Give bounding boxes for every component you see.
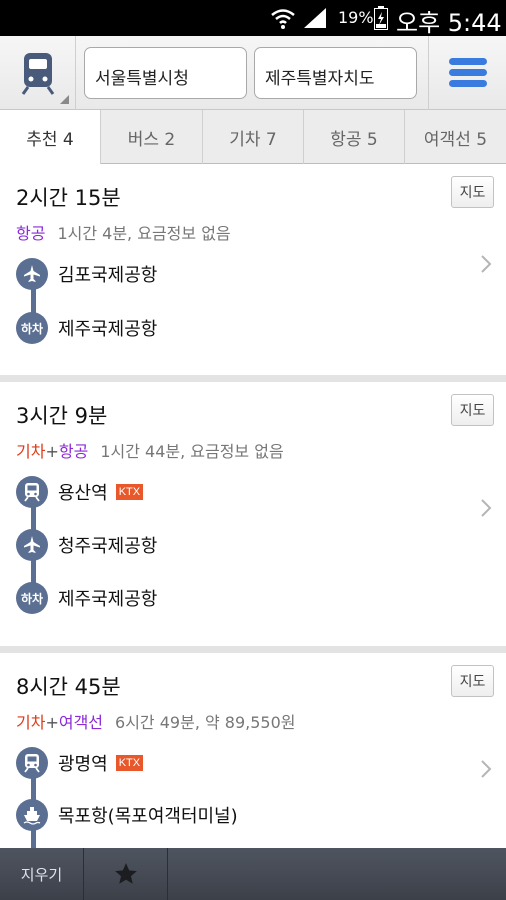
route-duration: 3시간 9분 — [16, 404, 108, 428]
stop-name: 김포국제공항 — [58, 265, 158, 286]
star-icon — [114, 863, 137, 884]
chevron-right-icon — [481, 255, 492, 273]
stop: 청주국제공항 — [16, 529, 157, 561]
search-header: 서울특별시청 제주특별자치도 — [0, 36, 506, 110]
clear-button[interactable]: 지우기 — [0, 848, 84, 900]
mode-label: 기차 — [16, 442, 46, 461]
stop: 김포국제공항 — [16, 258, 157, 290]
transport-mode-button[interactable] — [0, 36, 76, 110]
dropdown-corner-icon — [60, 95, 69, 104]
route-card[interactable]: 3시간 9분 지도 기차+항공 1시간 44분, 요금정보 없음 용산역 KTX … — [0, 382, 506, 646]
tab-flight[interactable]: 항공 5 — [304, 110, 405, 164]
route-detail: 1시간 4분, 요금정보 없음 — [57, 224, 231, 243]
train-icon — [16, 476, 48, 508]
route-card[interactable]: 2시간 15분 지도 항공 1시간 4분, 요금정보 없음 김포국제공항 하차 제… — [0, 164, 506, 375]
battery-percent: 19% — [338, 8, 374, 27]
battery-icon — [374, 6, 388, 30]
ktx-badge: KTX — [115, 484, 144, 500]
stop-name: 제주국제공항 — [58, 589, 158, 610]
origin-input[interactable]: 서울특별시청 — [84, 47, 247, 99]
alight-badge: 하차 — [16, 312, 48, 344]
route-duration: 8시간 45분 — [16, 675, 121, 699]
mode-label: 항공 — [16, 224, 46, 243]
stop: 목포항(목포여객터미널) — [16, 799, 238, 831]
stop: 용산역 KTX — [16, 476, 144, 508]
destination-input[interactable]: 제주특별자치도 — [254, 47, 417, 99]
chevron-right-icon — [481, 499, 492, 517]
bottom-toolbar: 지우기 — [0, 848, 506, 900]
signal-icon — [304, 8, 326, 28]
tab-train[interactable]: 기차 7 — [203, 110, 304, 164]
route-list: 2시간 15분 지도 항공 1시간 4분, 요금정보 없음 김포국제공항 하차 제… — [0, 164, 506, 848]
mode-label: 여객선 — [58, 713, 104, 732]
stop: 하차 제주국제공항 — [16, 312, 157, 344]
map-button[interactable]: 지도 — [451, 176, 494, 208]
map-button[interactable]: 지도 — [451, 665, 494, 697]
train-icon — [16, 747, 48, 779]
status-bar: 19% 오후 5:44 — [0, 0, 506, 37]
hamburger-menu-icon — [449, 58, 487, 87]
chevron-right-icon — [481, 760, 492, 778]
tab-ferry[interactable]: 여객선 5 — [405, 110, 506, 164]
mode-label: 항공 — [58, 442, 89, 461]
ktx-badge: KTX — [115, 755, 144, 771]
stop: 광명역 KTX — [16, 747, 144, 779]
tab-recommended[interactable]: 추천 4 — [0, 110, 101, 165]
route-detail: 1시간 44분, 요금정보 없음 — [100, 442, 284, 461]
ship-icon — [16, 799, 48, 831]
mode-label: 기차 — [16, 713, 46, 732]
route-card[interactable]: 8시간 45분 지도 기차+여객선 6시간 49분, 약 89,550원 광명역 … — [0, 653, 506, 848]
stop-name: 제주국제공항 — [58, 319, 158, 340]
airplane-icon — [16, 258, 48, 290]
stop-name: 목포항(목포여객터미널) — [58, 806, 238, 827]
airplane-icon — [16, 529, 48, 561]
stop-name: 청주국제공항 — [58, 536, 158, 557]
alight-badge: 하차 — [16, 582, 48, 614]
route-detail: 6시간 49분, 약 89,550원 — [115, 713, 296, 732]
stop-name: 용산역 — [58, 483, 108, 504]
wifi-icon — [271, 9, 295, 29]
menu-button[interactable] — [428, 36, 506, 110]
category-tabs: 추천 4 버스 2 기차 7 항공 5 여객선 5 — [0, 110, 506, 165]
route-duration: 2시간 15분 — [16, 186, 121, 210]
favorite-button[interactable] — [84, 848, 168, 900]
map-button[interactable]: 지도 — [451, 394, 494, 426]
route-summary: 항공 1시간 4분, 요금정보 없음 — [16, 220, 231, 244]
clock: 오후 5:44 — [396, 9, 502, 37]
route-summary: 기차+여객선 6시간 49분, 약 89,550원 — [16, 713, 296, 732]
route-summary: 기차+항공 1시간 44분, 요금정보 없음 — [16, 442, 284, 461]
stop: 하차 제주국제공항 — [16, 582, 157, 614]
tab-bus[interactable]: 버스 2 — [101, 110, 203, 164]
stop-name: 광명역 — [58, 754, 108, 775]
